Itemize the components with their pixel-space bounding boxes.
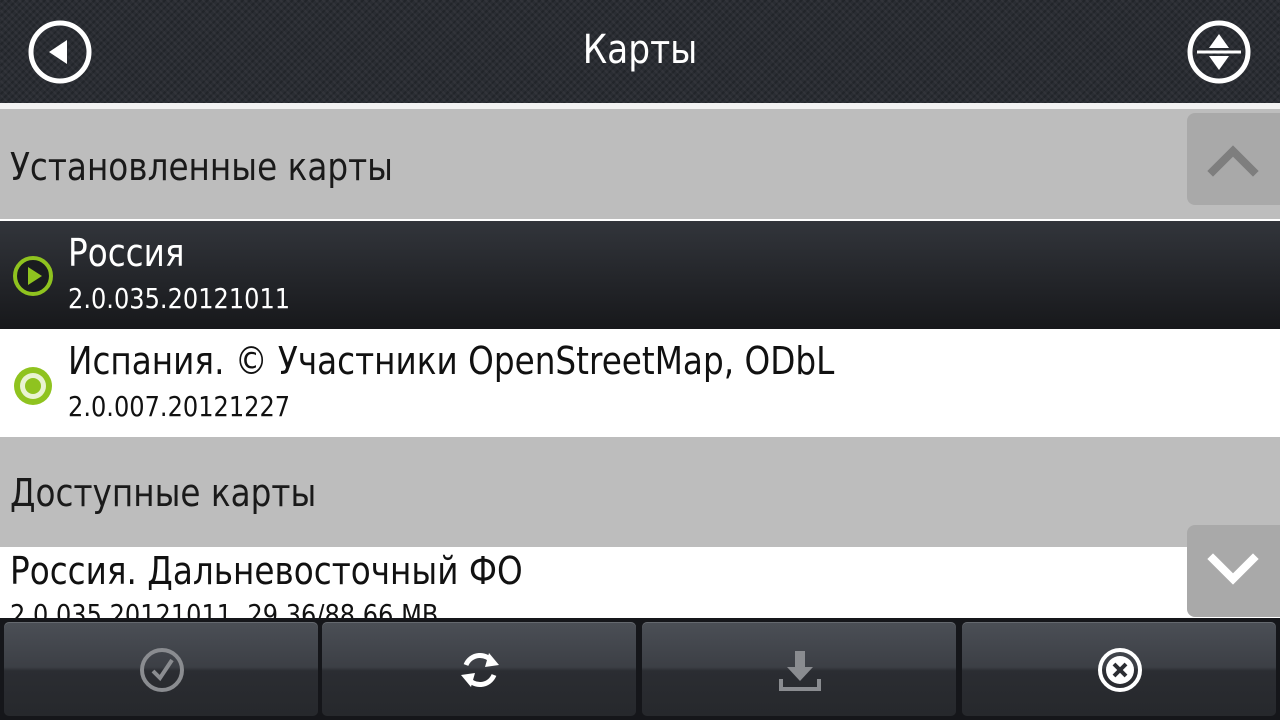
back-button[interactable] bbox=[28, 20, 92, 84]
list-item-available-0[interactable]: Россия. Дальневосточный ФО 2.0.035.20121… bbox=[0, 547, 1280, 618]
map-name: Испания. © Участники OpenStreetMap, ODbL bbox=[68, 339, 835, 383]
map-details: 2.0.035.20121011, 29.36/88.66 MB bbox=[10, 598, 439, 619]
confirm-button[interactable] bbox=[4, 622, 318, 716]
refresh-icon bbox=[461, 652, 499, 688]
back-arrow-icon bbox=[28, 20, 92, 84]
bottom-toolbar bbox=[0, 618, 1280, 720]
scroll-up-button[interactable] bbox=[1187, 113, 1280, 205]
list-item-installed-1[interactable]: Испания. © Участники OpenStreetMap, ODbL… bbox=[0, 329, 1280, 437]
play-circle-icon bbox=[12, 255, 54, 297]
section-available: Доступные карты bbox=[0, 437, 1280, 547]
sort-updown-icon bbox=[1187, 20, 1251, 84]
map-name: Россия bbox=[68, 231, 185, 275]
chevron-up-icon bbox=[1207, 145, 1259, 177]
list-item-installed-0[interactable]: Россия 2.0.035.20121011 bbox=[0, 221, 1280, 329]
section-label-available: Доступные карты bbox=[10, 471, 317, 515]
check-circle-icon bbox=[140, 648, 184, 692]
close-circle-icon bbox=[1098, 648, 1142, 692]
page-title: Карты bbox=[582, 27, 698, 73]
refresh-button[interactable] bbox=[322, 622, 636, 716]
chevron-down-icon bbox=[1207, 553, 1259, 585]
delete-button[interactable] bbox=[962, 622, 1276, 716]
map-list[interactable]: Установленные карты Россия 2.0.035.20121… bbox=[0, 109, 1280, 618]
scroll-down-button[interactable] bbox=[1187, 525, 1280, 617]
map-version: 2.0.007.20121227 bbox=[68, 390, 291, 423]
download-button[interactable] bbox=[642, 622, 956, 716]
download-icon bbox=[779, 651, 821, 691]
sort-button[interactable] bbox=[1187, 20, 1251, 84]
map-name: Россия. Дальневосточный ФО bbox=[10, 549, 523, 593]
radio-dot-icon bbox=[12, 365, 54, 407]
top-bar: Карты bbox=[0, 0, 1280, 103]
map-version: 2.0.035.20121011 bbox=[68, 282, 291, 315]
section-installed: Установленные карты bbox=[0, 109, 1280, 219]
section-label-installed: Установленные карты bbox=[10, 145, 393, 189]
